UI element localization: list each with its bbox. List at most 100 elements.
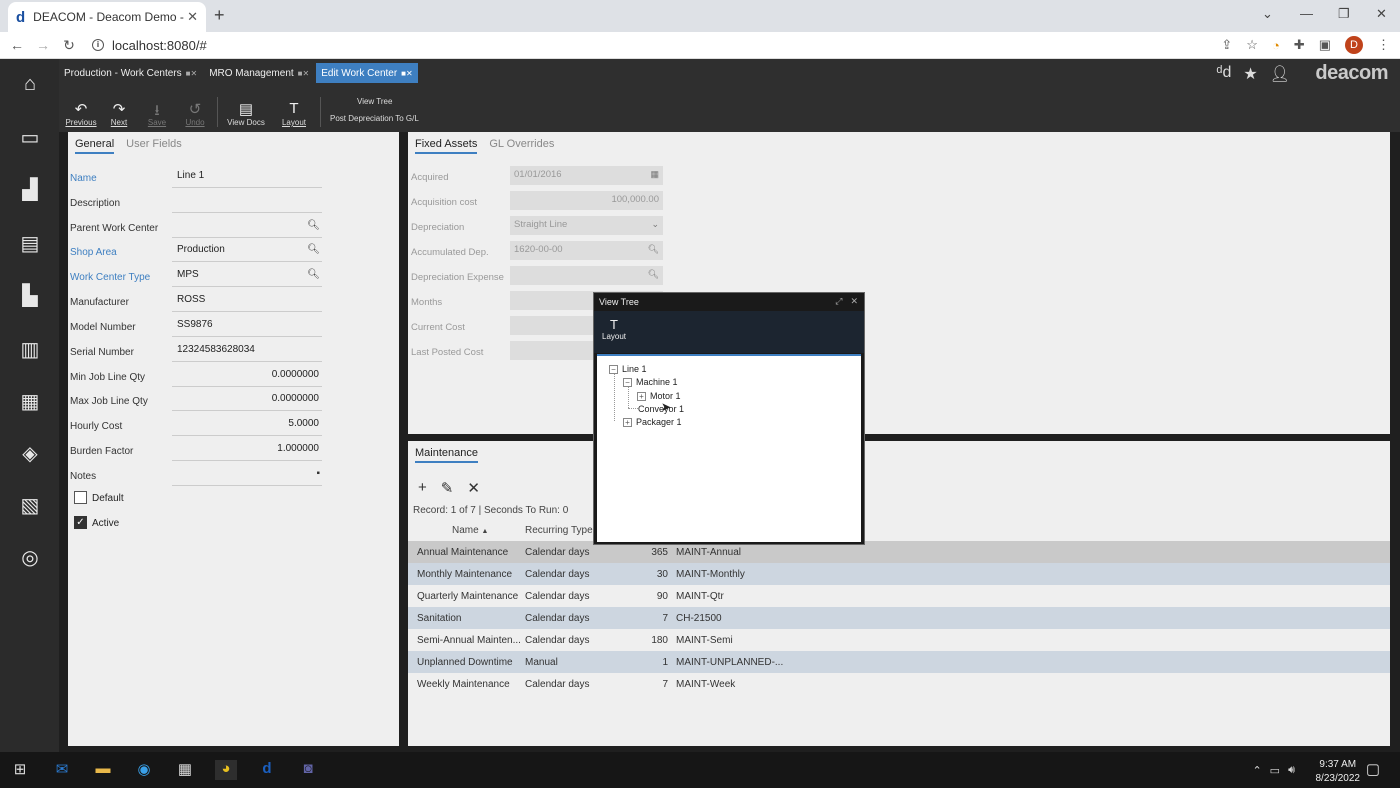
tab-fixed-assets[interactable]: Fixed Assets: [415, 138, 478, 154]
tree-node-motor-1[interactable]: + Motor 1: [637, 391, 681, 401]
work-center-type-field[interactable]: MPS 🔍︎: [172, 265, 322, 287]
back-icon[interactable]: ←: [4, 37, 30, 53]
close-icon[interactable]: ✕: [850, 296, 858, 307]
close-tab-icon[interactable]: ✕: [187, 9, 198, 25]
favorites-star-icon[interactable]: ★: [1243, 64, 1257, 84]
post-depreciation-button[interactable]: Post Depreciation To G/L: [330, 114, 419, 123]
manufacturer-field[interactable]: ROSS: [172, 290, 322, 312]
new-tab-button[interactable]: +: [214, 5, 225, 26]
burden-factor-field[interactable]: 1.000000: [172, 439, 322, 461]
profile-avatar[interactable]: D: [1345, 36, 1363, 54]
site-info-icon[interactable]: i: [92, 39, 104, 51]
view-docs-button[interactable]: ▤ View Docs: [221, 100, 271, 127]
chrome-icon[interactable]: ◕: [215, 760, 237, 780]
depreciation-select[interactable]: Straight Line ⌄: [510, 216, 663, 235]
table-row[interactable]: Semi-Annual Mainten... Calendar days 180 MA…: [408, 629, 1390, 651]
tab-general[interactable]: General: [75, 138, 115, 154]
expand-icon[interactable]: +: [623, 417, 632, 427]
factory-icon[interactable]: ▥: [17, 337, 43, 361]
extensions-icon[interactable]: ✚: [1294, 37, 1305, 53]
close-window-button[interactable]: ✕: [1376, 6, 1387, 22]
depreciation-expense-field[interactable]: 🔍︎: [510, 266, 663, 285]
acquisition-cost-field[interactable]: 100,000.00: [510, 191, 663, 210]
collapse-icon[interactable]: −: [623, 377, 632, 387]
database-icon[interactable]: ◎: [17, 545, 43, 569]
description-field[interactable]: [172, 191, 322, 213]
dialog-layout-button[interactable]: T Layout: [602, 317, 626, 341]
model-number-field[interactable]: SS9876: [172, 315, 322, 337]
chevron-down-icon[interactable]: ⌄: [651, 219, 659, 230]
tree-node-line-1[interactable]: − Line 1: [609, 364, 647, 374]
table-row[interactable]: Unplanned Downtime Manual 1 MAINT-UNPLANNED…: [408, 651, 1390, 673]
report-icon[interactable]: ▧: [17, 493, 43, 517]
browser-tab[interactable]: d DEACOM - Deacom Demo - Edit ✕: [8, 2, 206, 32]
pin-icon[interactable]: ■✕: [298, 69, 310, 78]
layout-button[interactable]: T Layout: [271, 100, 317, 127]
table-row[interactable]: Weekly Maintenance Calendar days 7 MAINT-We…: [408, 673, 1390, 695]
document-search-icon[interactable]: ▤: [17, 231, 43, 255]
tab-maintenance[interactable]: Maintenance: [415, 447, 478, 463]
next-button[interactable]: ↷ Next: [100, 100, 138, 127]
table-row[interactable]: Monthly Maintenance Calendar days 30 MAINT-…: [408, 563, 1390, 585]
default-checkbox[interactable]: [74, 491, 87, 504]
shop-area-label[interactable]: Shop Area: [70, 247, 117, 258]
tree-node-machine-1[interactable]: − Machine 1: [623, 377, 678, 387]
tab-mro-management[interactable]: MRO Management ■✕: [204, 63, 314, 83]
minimize-button[interactable]: —: [1300, 6, 1313, 21]
work-center-type-label[interactable]: Work Center Type: [70, 272, 150, 283]
tab-user-fields[interactable]: User Fields: [126, 138, 182, 154]
active-checkbox[interactable]: ✓: [74, 516, 87, 529]
ddd-logo-icon[interactable]: ᵈd: [1216, 64, 1231, 84]
search-icon[interactable]: 🔍︎: [648, 269, 659, 280]
delete-icon[interactable]: ✕: [467, 479, 480, 497]
forward-icon[interactable]: →: [30, 37, 56, 53]
collapse-icon[interactable]: −: [609, 364, 618, 374]
min-job-line-qty-field[interactable]: 0.0000000: [172, 365, 322, 387]
remote-desktop-icon[interactable]: ◉: [133, 760, 155, 780]
tree-node-packager-1[interactable]: + Packager 1: [623, 417, 682, 427]
laptop-icon[interactable]: ▭: [17, 125, 43, 149]
name-label[interactable]: Name: [70, 173, 97, 184]
column-header-name[interactable]: Name ▲: [452, 525, 488, 536]
max-job-line-qty-field[interactable]: 0.0000000: [172, 389, 322, 411]
tab-gl-overrides[interactable]: GL Overrides: [489, 138, 554, 154]
save-button[interactable]: ⭳ Save: [138, 100, 176, 127]
maximize-icon[interactable]: ⤢: [835, 296, 842, 307]
outlook-icon[interactable]: ✉: [51, 760, 73, 780]
volume-icon[interactable]: 🔊︎: [1288, 764, 1295, 777]
search-icon[interactable]: 🔍︎: [307, 244, 320, 255]
windows-start-icon[interactable]: ⊞: [9, 760, 31, 780]
network-icon[interactable]: ▭: [1270, 764, 1280, 777]
reload-icon[interactable]: ↻: [56, 37, 82, 54]
shop-area-field[interactable]: Production 🔍︎: [172, 240, 322, 262]
previous-button[interactable]: ↶ Previous: [62, 100, 100, 127]
restore-button[interactable]: ❐: [1338, 6, 1350, 22]
tray-chevron-up-icon[interactable]: ⌃: [1252, 764, 1261, 777]
calculator-app-icon[interactable]: ▦: [174, 760, 196, 780]
teams-icon[interactable]: ◙: [297, 760, 319, 780]
search-icon[interactable]: 🔍︎: [648, 244, 659, 255]
table-row[interactable]: Sanitation Calendar days 7 CH-21500: [408, 607, 1390, 629]
tab-search-icon[interactable]: ⌄: [1262, 6, 1273, 22]
table-row[interactable]: Annual Maintenance Calendar days 365 MAINT-…: [408, 541, 1390, 563]
table-row[interactable]: Quarterly Maintenance Calendar days 90 MAIN…: [408, 585, 1390, 607]
hourly-cost-field[interactable]: 5.0000: [172, 414, 322, 436]
calendar-icon[interactable]: ▦: [650, 169, 659, 180]
note-document-icon[interactable]: ▪: [316, 468, 320, 479]
pin-icon[interactable]: ■✕: [186, 69, 198, 78]
sales-chart-icon[interactable]: ▟: [17, 177, 43, 201]
side-panel-icon[interactable]: ▣: [1319, 37, 1331, 53]
add-icon[interactable]: +: [418, 479, 427, 497]
notifications-icon[interactable]: ▢: [1362, 760, 1384, 780]
forklift-icon[interactable]: ▙: [17, 283, 43, 307]
rss-extension-icon[interactable]: ◔: [1272, 38, 1280, 53]
taskbar-clock[interactable]: 9:37 AM 8/23/2022: [1316, 758, 1361, 786]
home-icon[interactable]: ⌂: [17, 73, 43, 97]
acquired-field[interactable]: 01/01/2016 ▦: [510, 166, 663, 185]
deacom-app-icon[interactable]: d: [256, 760, 278, 780]
handshake-icon[interactable]: ◈: [17, 441, 43, 465]
edit-pencil-icon[interactable]: ✎: [441, 479, 454, 497]
column-header-recurring-type[interactable]: Recurring Type: [525, 525, 593, 536]
expand-icon[interactable]: +: [637, 391, 646, 401]
search-icon[interactable]: 🔍︎: [307, 269, 320, 280]
